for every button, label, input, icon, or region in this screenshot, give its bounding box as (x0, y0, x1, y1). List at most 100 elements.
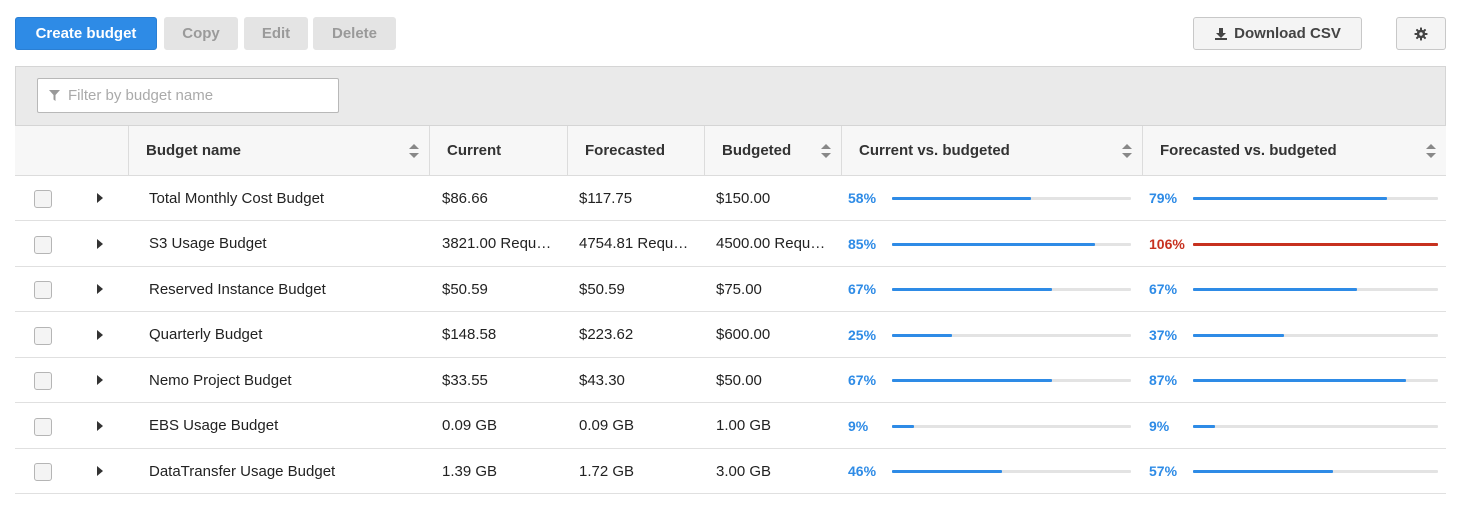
table-row[interactable]: Total Monthly Cost Budget $86.66 $117.75… (15, 176, 1446, 221)
toolbar: Create budget Copy Edit Delete Download … (0, 0, 1460, 66)
filter-box (37, 78, 339, 113)
current-vs-budgeted-percent: 67% (848, 281, 877, 297)
budgeted-cell: $75.00 (716, 280, 762, 298)
forecasted-cell: 0.09 GB (579, 417, 635, 434)
current-vs-budgeted-percent: 46% (848, 463, 877, 479)
row-checkbox[interactable] (34, 190, 52, 208)
budget-name-cell[interactable]: S3 Usage Budget (149, 222, 419, 266)
forecasted-cell: $50.59 (579, 280, 625, 298)
budgeted-cell: $600.00 (716, 326, 771, 343)
forecasted-vs-budgeted-bar (1193, 470, 1438, 473)
budget-name-cell[interactable]: Quarterly Budget (149, 313, 419, 357)
forecasted-vs-budgeted-fill (1193, 379, 1407, 382)
forecasted-vs-budgeted-percent: 67% (1149, 281, 1178, 297)
forecasted-vs-budgeted-percent: 87% (1149, 372, 1178, 388)
forecasted-cell: 4754.81 Requ… (579, 235, 689, 252)
forecasted-vs-budgeted-fill (1193, 242, 1438, 246)
header-current-vs-label: Current vs. budgeted (859, 142, 1010, 159)
row-checkbox[interactable] (34, 281, 52, 299)
forecasted-vs-budgeted-percent: 37% (1149, 326, 1178, 343)
current-vs-budgeted-fill (892, 424, 914, 428)
download-icon (1215, 27, 1228, 40)
table-header: Budget name Current Forecasted Budgeted … (15, 126, 1446, 176)
filter-input[interactable] (68, 87, 318, 104)
row-checkbox[interactable] (34, 235, 52, 254)
table-row[interactable]: Nemo Project Budget $33.55 $43.30 $50.00… (15, 358, 1446, 403)
forecasted-vs-budgeted-percent: 79% (1149, 190, 1178, 206)
forecasted-cell: 1.72 GB (579, 462, 635, 480)
header-forecasted-label: Forecasted (585, 142, 666, 159)
expand-caret-icon[interactable] (97, 284, 103, 294)
forecasted-vs-budgeted-fill (1193, 333, 1284, 337)
header-budgeted[interactable]: Budgeted (704, 126, 841, 175)
budget-name-cell[interactable]: EBS Usage Budget (149, 404, 419, 448)
current-vs-budgeted-fill (892, 470, 1002, 473)
row-checkbox[interactable] (34, 463, 52, 481)
budget-name-cell[interactable]: Total Monthly Cost Budget (149, 176, 419, 220)
header-controls (15, 126, 128, 175)
row-checkbox[interactable] (34, 417, 52, 436)
budgeted-cell: $50.00 (716, 371, 762, 389)
table-row[interactable]: Reserved Instance Budget $50.59 $50.59 $… (15, 267, 1446, 312)
current-vs-budgeted-percent: 58% (848, 190, 877, 206)
sort-icon[interactable] (1122, 144, 1132, 158)
budgeted-cell: $150.00 (716, 189, 771, 207)
header-current-label: Current (447, 142, 502, 159)
forecasted-cell: $117.75 (579, 189, 633, 207)
current-cell: 1.39 GB (442, 462, 498, 480)
expand-caret-icon[interactable] (97, 329, 103, 340)
current-vs-budgeted-bar (892, 197, 1131, 200)
sort-icon[interactable] (409, 144, 419, 158)
table-row[interactable]: EBS Usage Budget 0.09 GB 0.09 GB 1.00 GB… (15, 403, 1446, 449)
forecasted-vs-budgeted-percent: 106% (1149, 235, 1185, 252)
forecasted-vs-budgeted-bar (1193, 242, 1438, 246)
current-vs-budgeted-fill (892, 242, 1096, 246)
gear-icon (1414, 27, 1428, 40)
current-vs-budgeted-fill (892, 197, 1031, 200)
table-row[interactable]: S3 Usage Budget 3821.00 Requ… 4754.81 Re… (15, 221, 1446, 267)
table-row[interactable]: Quarterly Budget $148.58 $223.62 $600.00… (15, 312, 1446, 358)
forecasted-vs-budgeted-percent: 57% (1149, 463, 1178, 479)
current-vs-budgeted-bar (892, 470, 1131, 473)
edit-button[interactable]: Edit (244, 17, 308, 50)
sort-icon[interactable] (1426, 144, 1436, 158)
forecasted-cell: $43.30 (579, 371, 625, 389)
budget-name-cell[interactable]: DataTransfer Usage Budget (149, 449, 419, 493)
header-forecasted-vs-budgeted[interactable]: Forecasted vs. budgeted (1142, 126, 1446, 175)
copy-button[interactable]: Copy (164, 17, 238, 50)
expand-caret-icon[interactable] (97, 420, 103, 431)
expand-caret-icon[interactable] (97, 238, 103, 249)
download-csv-label: Download CSV (1234, 25, 1341, 42)
current-vs-budgeted-fill (892, 379, 1053, 382)
header-current: Current (429, 126, 567, 175)
current-vs-budgeted-percent: 67% (848, 372, 877, 388)
header-current-vs-budgeted[interactable]: Current vs. budgeted (841, 126, 1142, 175)
header-budget-name[interactable]: Budget name (128, 126, 429, 175)
settings-button[interactable] (1396, 17, 1446, 50)
forecasted-vs-budgeted-fill (1193, 424, 1216, 428)
create-budget-button[interactable]: Create budget (15, 17, 157, 50)
expand-caret-icon[interactable] (97, 375, 103, 385)
row-checkbox[interactable] (34, 326, 52, 345)
budget-name-cell[interactable]: Nemo Project Budget (149, 358, 419, 402)
budgeted-cell: 1.00 GB (716, 417, 772, 434)
row-checkbox[interactable] (34, 372, 52, 390)
table-row[interactable]: DataTransfer Usage Budget 1.39 GB 1.72 G… (15, 449, 1446, 494)
filter-bar (15, 66, 1446, 126)
budgeted-cell: 4500.00 Requ… (716, 235, 826, 252)
current-vs-budgeted-percent: 25% (848, 326, 877, 343)
current-vs-budgeted-fill (892, 288, 1053, 291)
download-csv-button[interactable]: Download CSV (1193, 17, 1362, 50)
expand-caret-icon[interactable] (97, 193, 103, 203)
forecasted-vs-budgeted-percent: 9% (1149, 417, 1170, 434)
sort-icon[interactable] (821, 144, 831, 158)
current-vs-budgeted-percent: 85% (848, 235, 877, 252)
filter-icon (49, 90, 60, 101)
current-vs-budgeted-bar (892, 333, 1131, 337)
forecasted-vs-budgeted-bar (1193, 379, 1438, 382)
delete-button[interactable]: Delete (313, 17, 396, 50)
header-forecasted: Forecasted (567, 126, 704, 175)
budget-name-cell[interactable]: Reserved Instance Budget (149, 267, 419, 311)
expand-caret-icon[interactable] (97, 466, 103, 476)
current-vs-budgeted-bar (892, 379, 1131, 382)
